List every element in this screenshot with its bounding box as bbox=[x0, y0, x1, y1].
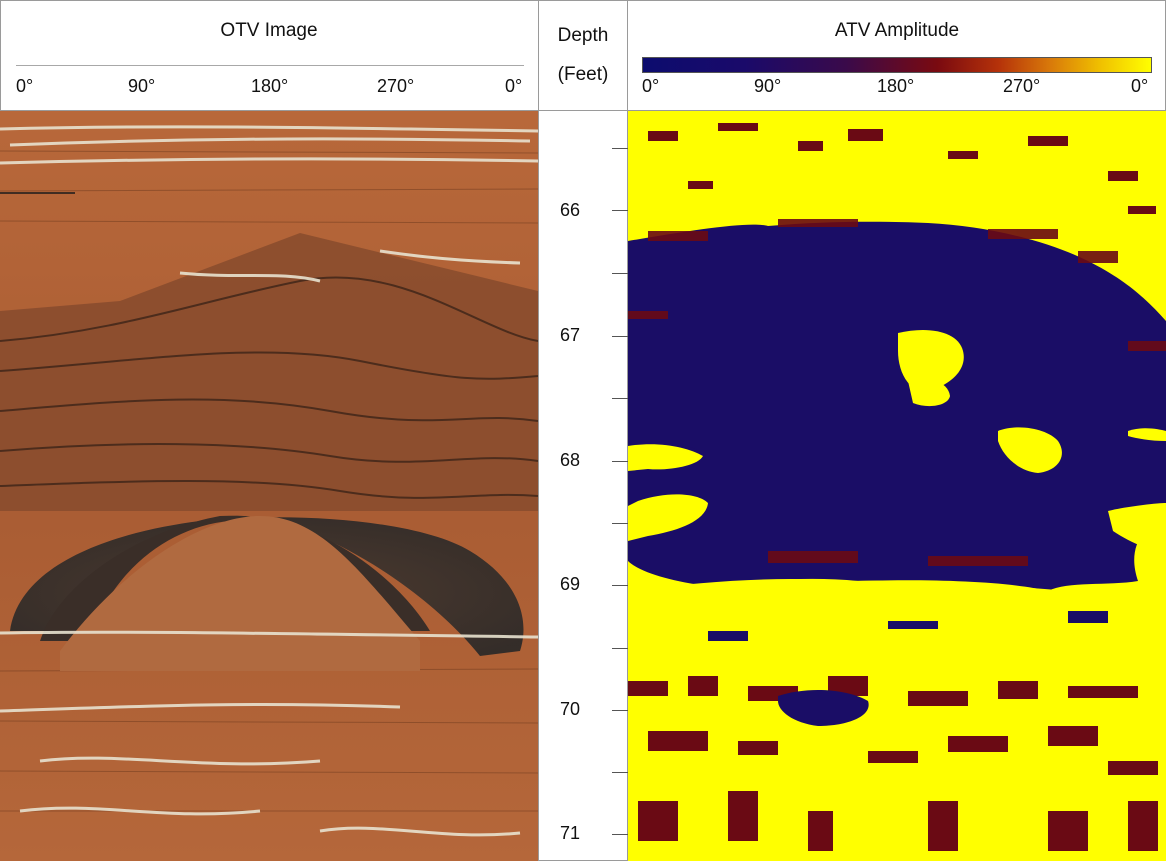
depth-label-67: 67 bbox=[560, 325, 581, 345]
depth-label-66: 66 bbox=[560, 200, 581, 220]
otv-tick-180: 180° bbox=[251, 76, 289, 96]
depth-major-tick bbox=[612, 210, 628, 211]
otv-tick-0: 0° bbox=[16, 76, 34, 96]
otv-header: OTV Image 0° 90° 180° 270° 0° bbox=[0, 0, 538, 111]
depth-minor-tick bbox=[612, 398, 628, 399]
depth-track bbox=[538, 111, 628, 861]
otv-tick-270: 270° bbox=[377, 76, 415, 96]
atv-title: ATV Amplitude bbox=[834, 20, 960, 41]
depth-label-71: 71 bbox=[560, 823, 581, 843]
atv-tick-0: 0° bbox=[642, 76, 660, 96]
atv-amplitude-image bbox=[628, 111, 1166, 861]
depth-minor-tick bbox=[612, 772, 628, 773]
atv-tick-180: 180° bbox=[877, 76, 915, 96]
depth-minor-tick bbox=[612, 273, 628, 274]
depth-unit: (Feet) bbox=[557, 64, 609, 85]
depth-major-tick bbox=[612, 834, 628, 835]
depth-header: Depth (Feet) bbox=[538, 0, 628, 111]
depth-label-68: 68 bbox=[560, 450, 581, 470]
depth-major-tick bbox=[612, 336, 628, 337]
depth-major-tick bbox=[612, 710, 628, 711]
atv-header: ATV Amplitude 0° 90° 180° 270° 0° bbox=[628, 0, 1166, 111]
depth-minor-tick bbox=[612, 523, 628, 524]
otv-borehole-image bbox=[0, 111, 538, 861]
otv-scale-rule bbox=[16, 65, 524, 66]
otv-tick-90: 90° bbox=[128, 76, 156, 96]
depth-minor-tick bbox=[612, 648, 628, 649]
depth-minor-tick bbox=[612, 148, 628, 149]
depth-label-70: 70 bbox=[560, 699, 581, 719]
atv-tick-90: 90° bbox=[754, 76, 782, 96]
depth-major-tick bbox=[612, 585, 628, 586]
atv-tick-270: 270° bbox=[1003, 76, 1041, 96]
depth-title: Depth bbox=[557, 25, 609, 46]
otv-title: OTV Image bbox=[220, 20, 318, 41]
atv-tick-360: 0° bbox=[1131, 76, 1149, 96]
otv-tick-360: 0° bbox=[505, 76, 523, 96]
depth-major-tick bbox=[612, 461, 628, 462]
atv-colorbar bbox=[642, 57, 1152, 73]
depth-label-69: 69 bbox=[560, 574, 581, 594]
